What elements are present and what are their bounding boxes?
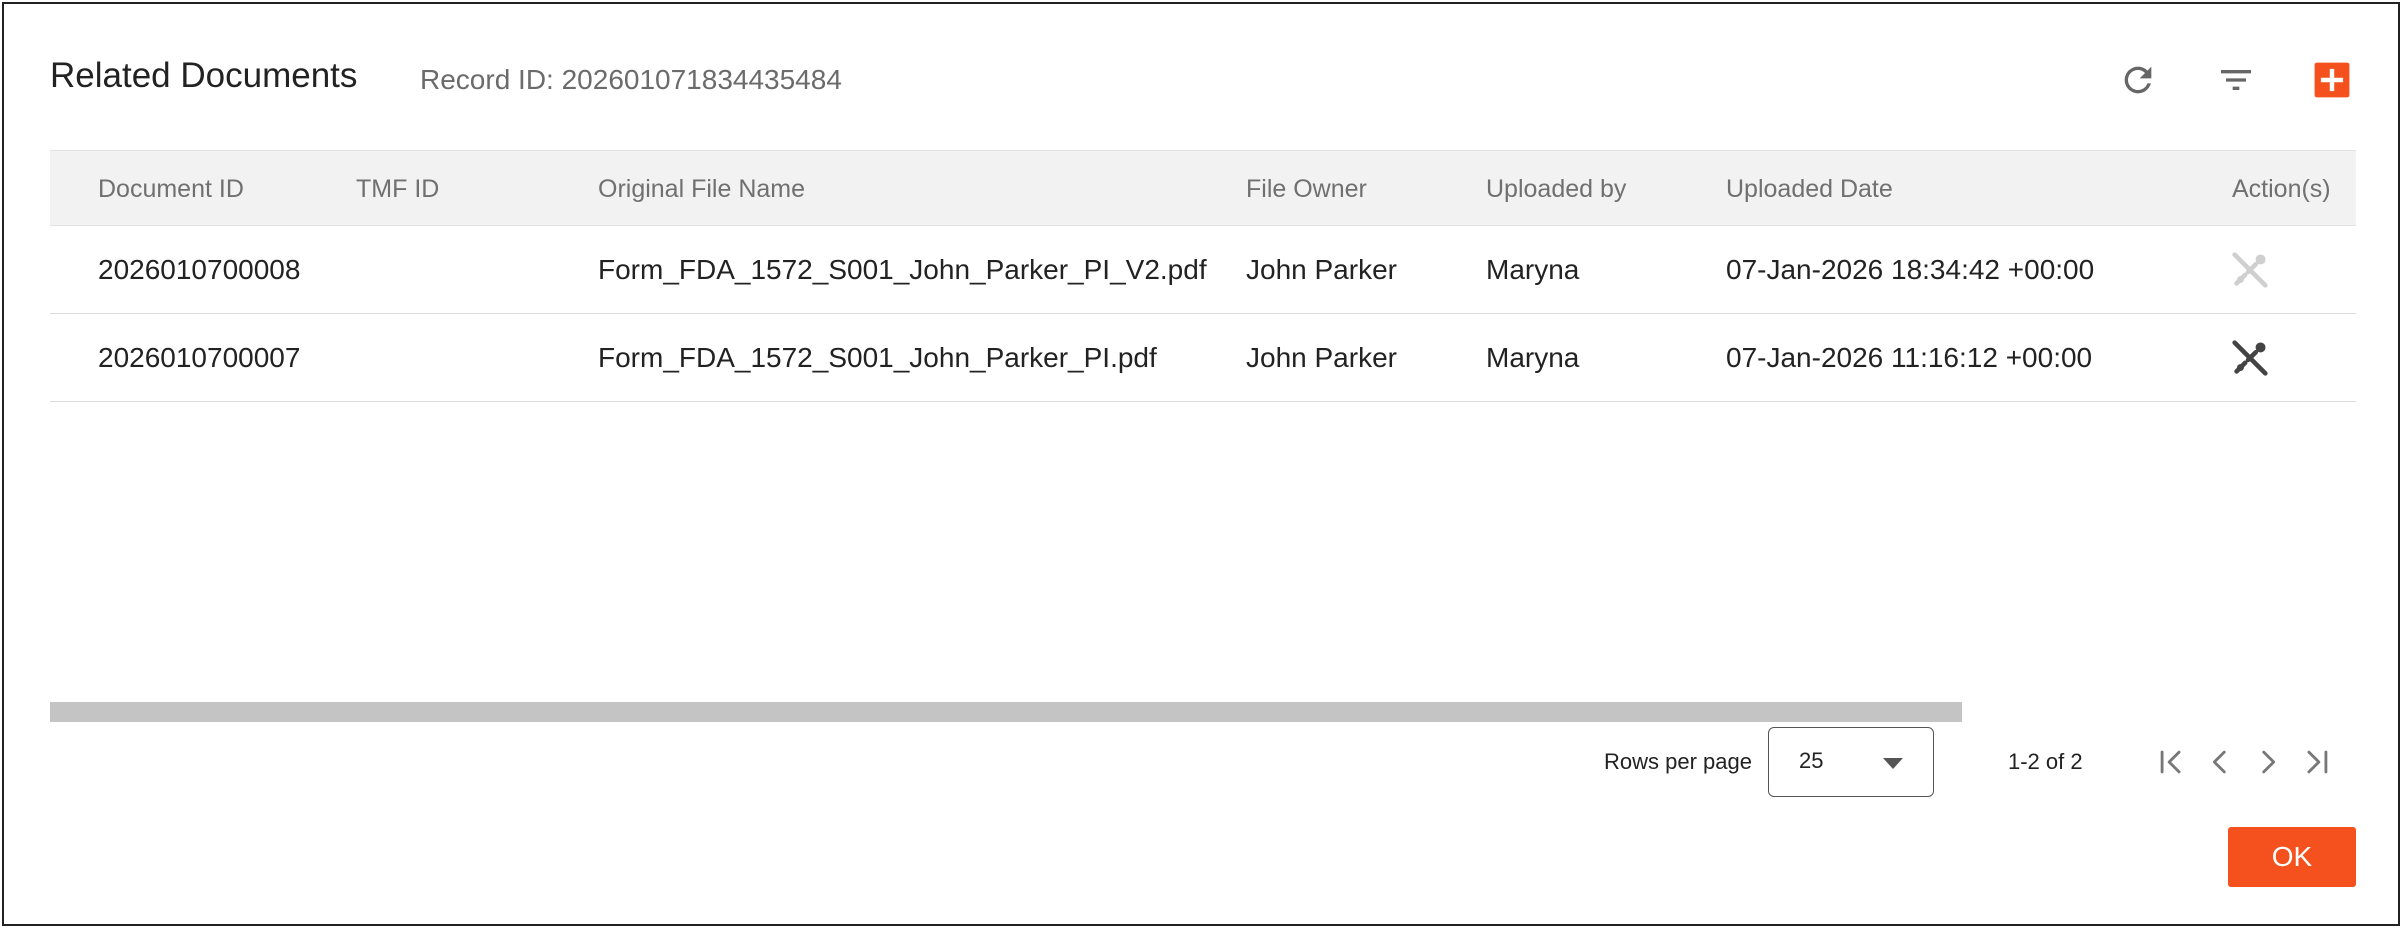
cell-file-owner: John Parker — [1246, 254, 1397, 285]
dialog-title: Related Documents — [50, 56, 358, 95]
column-header-tmf-id[interactable]: TMF ID — [356, 175, 439, 204]
pagination-range: 1-2 of 2 — [2008, 749, 2083, 774]
horizontal-scrollbar[interactable] — [50, 702, 1962, 722]
next-page-button[interactable] — [2248, 742, 2288, 782]
refresh-button[interactable] — [2114, 56, 2162, 104]
record-id: Record ID: 202601071834435484 — [420, 64, 842, 95]
cell-uploaded-date: 07-Jan-2026 18:34:42 +00:00 — [1726, 254, 2095, 285]
unlink-icon — [2232, 252, 2268, 288]
table-row[interactable]: 2026010700008 Form_FDA_1572_S001_John_Pa… — [50, 226, 2356, 314]
last-page-button[interactable] — [2296, 742, 2336, 782]
first-page-button[interactable] — [2152, 742, 2192, 782]
ok-button[interactable]: OK — [2228, 827, 2356, 887]
filter-icon — [2221, 70, 2251, 90]
column-header-uploaded-by[interactable]: Uploaded by — [1486, 175, 1626, 204]
documents-table: Document ID TMF ID Original File Name Fi… — [50, 150, 2356, 402]
filter-button[interactable] — [2212, 56, 2260, 104]
first-page-icon — [2160, 750, 2181, 774]
add-document-button[interactable] — [2308, 56, 2356, 104]
chevron-left-icon — [2212, 750, 2226, 774]
unlink-button[interactable] — [2226, 246, 2274, 294]
cell-uploaded-date: 07-Jan-2026 11:16:12 +00:00 — [1726, 342, 2093, 373]
cell-file-name: Form_FDA_1572_S001_John_Parker_PI_V2.pdf — [598, 254, 1207, 285]
unlink-button[interactable] — [2226, 334, 2274, 382]
cell-file-name: Form_FDA_1572_S001_John_Parker_PI.pdf — [598, 342, 1157, 373]
table-row[interactable]: 2026010700007 Form_FDA_1572_S001_John_Pa… — [50, 314, 2356, 402]
previous-page-button[interactable] — [2200, 742, 2240, 782]
table-header: Document ID TMF ID Original File Name Fi… — [50, 150, 2356, 226]
chevron-right-icon — [2262, 750, 2276, 774]
cell-document-id: 2026010700008 — [98, 254, 301, 285]
column-header-file-name[interactable]: Original File Name — [598, 175, 805, 204]
column-header-file-owner[interactable]: File Owner — [1246, 175, 1367, 204]
cell-document-id: 2026010700007 — [98, 342, 301, 373]
chevron-down-icon — [1883, 758, 1903, 769]
rows-per-page-label: Rows per page — [1604, 749, 1752, 774]
cell-file-owner: John Parker — [1246, 342, 1397, 373]
column-header-actions: Action(s) — [2232, 175, 2331, 203]
column-header-document-id[interactable]: Document ID — [98, 175, 244, 204]
rows-per-page-value: 25 — [1799, 748, 1824, 773]
last-page-icon — [2307, 750, 2328, 774]
unlink-icon — [2232, 340, 2268, 376]
cell-uploaded-by: Maryna — [1486, 342, 1580, 373]
add-icon — [2314, 62, 2350, 98]
cell-uploaded-by: Maryna — [1486, 254, 1580, 285]
refresh-icon — [2124, 66, 2152, 94]
column-header-uploaded-date[interactable]: Uploaded Date — [1726, 175, 1893, 204]
rows-per-page-select[interactable]: 25 — [1768, 727, 1934, 797]
related-documents-dialog: Related Documents Record ID: 20260107183… — [2, 2, 2400, 926]
